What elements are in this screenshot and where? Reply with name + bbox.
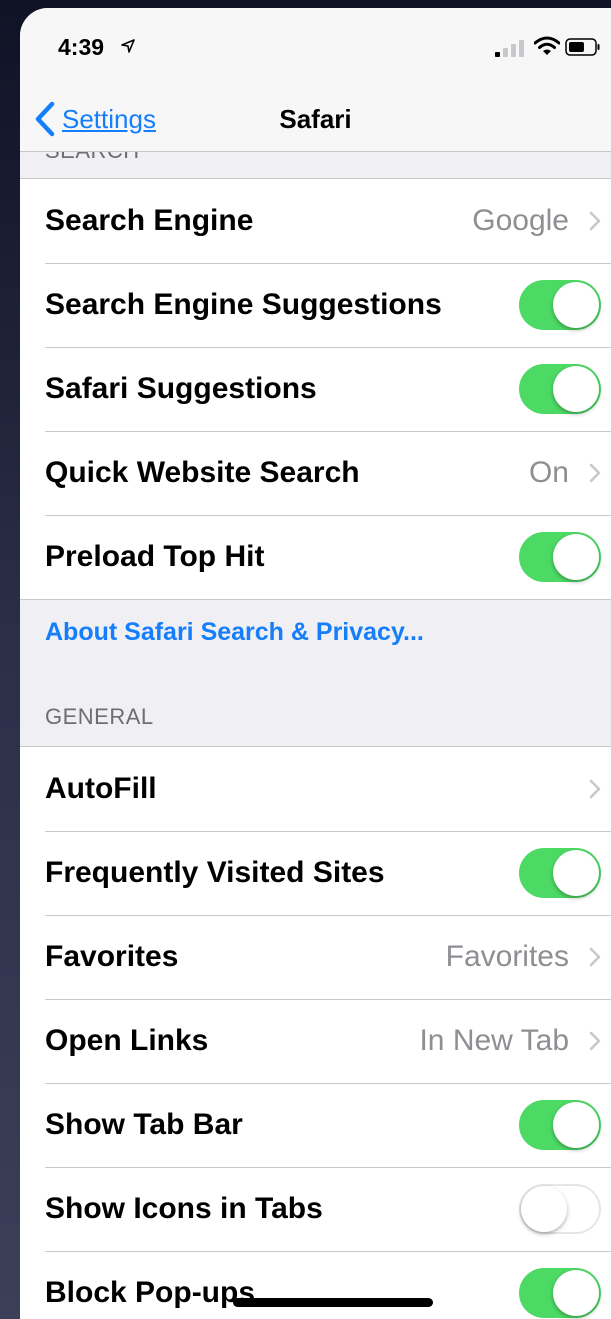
toggle-knob — [553, 1270, 599, 1316]
toggle-knob — [553, 534, 599, 580]
row-label: Quick Website Search — [45, 456, 360, 489]
section-header-general: GENERAL — [45, 704, 154, 729]
row-label: Preload Top Hit — [45, 540, 265, 573]
row-label: Show Tab Bar — [45, 1108, 243, 1141]
toggle-knob — [553, 850, 599, 896]
toggle-knob — [553, 282, 599, 328]
row-label: Block Pop-ups — [45, 1276, 256, 1309]
location-arrow-icon — [121, 39, 135, 53]
row-label: Safari Suggestions — [45, 372, 317, 405]
general-group: AutoFill Frequently Visited Sites Favori… — [20, 746, 611, 1319]
safari-suggestions-toggle[interactable] — [519, 364, 601, 414]
show-tab-bar-row: Show Tab Bar — [20, 1083, 611, 1167]
home-indicator[interactable] — [233, 1298, 433, 1307]
row-value: On — [528, 456, 569, 489]
toggle-knob — [553, 366, 599, 412]
show-tab-bar-toggle[interactable] — [519, 1100, 601, 1150]
preload-top-hit-toggle[interactable] — [519, 532, 601, 582]
row-label: Frequently Visited Sites — [45, 856, 385, 889]
toggle-knob — [553, 1102, 599, 1148]
row-value: In New Tab — [419, 1024, 569, 1057]
row-label: Show Icons in Tabs — [45, 1192, 323, 1225]
row-value: Favorites — [445, 940, 569, 973]
autofill-row[interactable]: AutoFill — [20, 747, 611, 831]
preload-top-hit-row: Preload Top Hit — [20, 515, 611, 599]
safari-suggestions-row: Safari Suggestions — [20, 347, 611, 431]
show-icons-in-tabs-toggle[interactable] — [519, 1184, 601, 1234]
search-engine-row[interactable]: Search Engine Google — [20, 179, 611, 263]
wifi-icon — [534, 36, 560, 55]
search-engine-suggestions-toggle[interactable] — [519, 280, 601, 330]
chevron-right-icon — [589, 947, 601, 967]
block-popups-toggle[interactable] — [519, 1268, 601, 1318]
signal-icon — [495, 40, 524, 57]
back-chevron-icon — [35, 101, 55, 137]
row-label: Favorites — [45, 940, 179, 973]
quick-website-search-row[interactable]: Quick Website Search On — [20, 431, 611, 515]
row-value: Google — [472, 204, 569, 237]
chevron-right-icon — [589, 211, 601, 231]
about-safari-search-link[interactable]: About Safari Search & Privacy... — [45, 618, 424, 647]
search-engine-suggestions-row: Search Engine Suggestions — [20, 263, 611, 347]
section-header-search: SEARCH — [45, 152, 140, 164]
back-button-label: Settings — [62, 103, 156, 134]
row-label: Search Engine — [45, 204, 254, 237]
block-popups-row: Block Pop-ups — [20, 1251, 611, 1319]
search-group: Search Engine Google Search Engine Sugge… — [20, 178, 611, 600]
chevron-right-icon — [589, 463, 601, 483]
frequently-visited-sites-toggle[interactable] — [519, 848, 601, 898]
status-time: 4:39 — [58, 34, 105, 60]
row-label: Open Links — [45, 1024, 209, 1057]
toggle-knob — [521, 1186, 567, 1232]
chevron-right-icon — [589, 1031, 601, 1051]
frequently-visited-sites-row: Frequently Visited Sites — [20, 831, 611, 915]
row-label: AutoFill — [45, 772, 157, 805]
battery-icon — [565, 38, 600, 56]
back-button[interactable]: Settings — [32, 96, 156, 142]
favorites-row[interactable]: Favorites Favorites — [20, 915, 611, 999]
open-links-row[interactable]: Open Links In New Tab — [20, 999, 611, 1083]
status-bar: 4:39 — [20, 8, 611, 88]
show-icons-in-tabs-row: Show Icons in Tabs — [20, 1167, 611, 1251]
settings-list[interactable]: SEARCH Search Engine Google Search Engin… — [20, 152, 611, 1319]
row-label: Search Engine Suggestions — [45, 288, 442, 321]
chevron-right-icon — [589, 779, 601, 799]
phone-screen: 4:39 Safari Settings Search Engine Googl… — [20, 8, 611, 1319]
navigation-bar: Safari Settings — [20, 88, 611, 152]
